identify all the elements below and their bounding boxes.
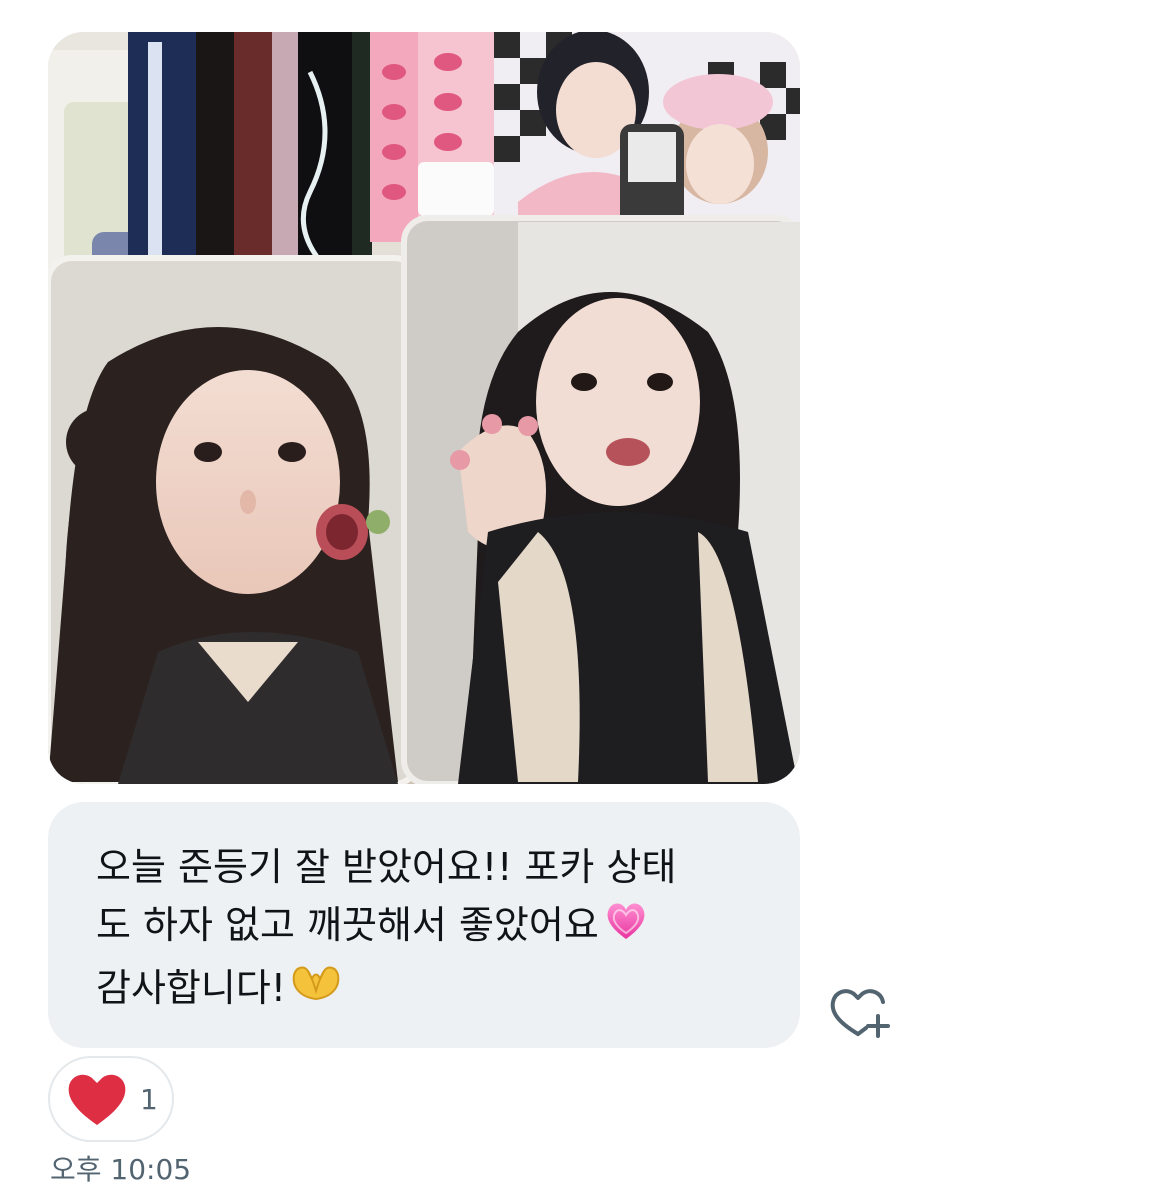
add-reaction-button[interactable] [828, 984, 894, 1042]
reaction-pill[interactable]: 1 [48, 1056, 174, 1142]
message-photo[interactable] [48, 32, 800, 784]
message-text-line-3-text: 감사합니다! [96, 965, 287, 1010]
dm-conversation: 오늘 준등기 잘 받았어요!! 포카 상태 도 하자 없고 깨끗해서 좋았어요 … [0, 0, 1170, 1186]
message-timestamp: 오후 10:05 [50, 1153, 192, 1186]
message-text-line-2: 도 하자 없고 깨끗해서 좋았어요 [96, 896, 752, 959]
message-text-line-3: 감사합니다! [96, 959, 752, 1020]
message-text-line-2-text: 도 하자 없고 깨끗해서 좋았어요 [96, 903, 599, 947]
message-text-line-1: 오늘 준등기 잘 받았어요!! 포카 상태 [96, 845, 677, 889]
pink-heart-emoji [603, 897, 649, 959]
heart-hands-emoji [290, 961, 342, 1019]
red-heart-emoji [68, 1074, 126, 1125]
photo-image [48, 32, 800, 784]
heart-plus-icon [830, 989, 890, 1038]
reaction-count: 1 [140, 1082, 158, 1116]
message-bubble: 오늘 준등기 잘 받았어요!! 포카 상태 도 하자 없고 깨끗해서 좋았어요 … [48, 802, 800, 1048]
